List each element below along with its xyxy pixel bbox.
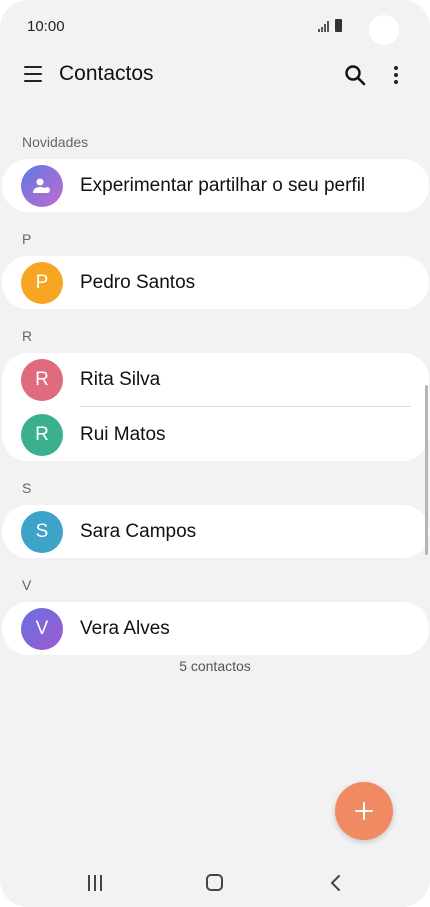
share-profile-icon xyxy=(33,178,50,193)
navigation-bar xyxy=(0,856,430,907)
avatar: S xyxy=(21,511,63,553)
profile-share-label: Experimentar partilhar o seu perfil xyxy=(80,175,366,196)
menu-icon[interactable] xyxy=(24,66,42,82)
avatar: P xyxy=(21,262,63,304)
contact-row-vera-alves[interactable]: V Vera Alves xyxy=(2,602,429,656)
add-contact-button[interactable] xyxy=(335,782,393,840)
section-header-v: V xyxy=(22,577,32,593)
section-header-s: S xyxy=(22,480,32,496)
recent-apps-icon[interactable] xyxy=(86,875,104,891)
list-item[interactable]: Experimentar partilhar o seu perfil xyxy=(2,159,429,213)
search-icon[interactable] xyxy=(344,64,366,86)
contact-name: Vera Alves xyxy=(80,618,170,639)
contact-name: Sara Campos xyxy=(80,521,197,542)
status-time: 10:00 xyxy=(27,18,65,35)
contacts-card-v: V Vera Alves xyxy=(2,602,429,655)
contacts-card-p: P Pedro Santos xyxy=(2,256,429,309)
avatar: R xyxy=(21,414,63,456)
section-header-p: P xyxy=(22,231,32,247)
contact-name: Rui Matos xyxy=(80,424,166,445)
contact-row-rui-matos[interactable]: R Rui Matos xyxy=(2,408,429,462)
contacts-card-r: R Rita Silva R Rui Matos xyxy=(2,353,429,461)
contact-row-rita-silva[interactable]: R Rita Silva xyxy=(2,353,429,407)
scrollbar[interactable] xyxy=(425,385,428,555)
section-header-novidades: Novidades xyxy=(22,134,89,150)
section-header-r: R xyxy=(22,328,33,344)
battery-icon xyxy=(335,19,342,32)
avatar: V xyxy=(21,608,63,650)
avatar: R xyxy=(21,359,63,401)
page-title: Contactos xyxy=(59,62,154,85)
home-icon[interactable] xyxy=(206,874,223,891)
plus-icon-vertical xyxy=(363,802,365,820)
contacts-card-s: S Sara Campos xyxy=(2,505,429,558)
status-bar: 10:00 xyxy=(0,0,430,52)
back-icon[interactable] xyxy=(328,874,342,892)
profile-share-card[interactable]: Experimentar partilhar o seu perfil xyxy=(2,159,429,212)
contact-name: Pedro Santos xyxy=(80,272,196,293)
camera-cutout xyxy=(369,15,399,45)
phone-screen: 10:00 Contactos Novidades Experimentar p… xyxy=(0,0,430,907)
more-options-icon[interactable] xyxy=(389,64,403,86)
contact-name: Rita Silva xyxy=(80,369,161,390)
signal-icon xyxy=(318,21,329,32)
divider xyxy=(80,406,411,407)
profile-share-avatar xyxy=(21,165,63,207)
contact-row-pedro-santos[interactable]: P Pedro Santos xyxy=(2,256,429,310)
app-bar: Contactos xyxy=(0,52,430,98)
contact-count: 5 contactos xyxy=(179,658,251,674)
contact-row-sara-campos[interactable]: S Sara Campos xyxy=(2,505,429,559)
